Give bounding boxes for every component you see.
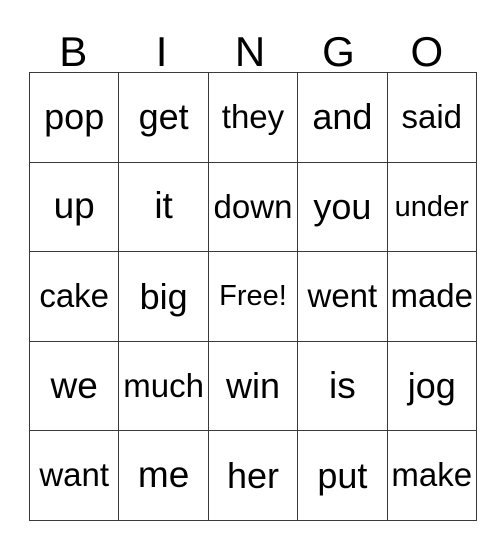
bingo-cell[interactable]: made bbox=[386, 251, 477, 342]
bingo-cell[interactable]: up bbox=[28, 161, 120, 253]
bingo-header-o: O bbox=[383, 18, 471, 76]
bingo-cell[interactable]: and bbox=[297, 72, 388, 163]
bingo-header-letter: I bbox=[155, 28, 168, 76]
bingo-cell[interactable]: went bbox=[297, 251, 388, 342]
bingo-header-letter: G bbox=[322, 28, 355, 76]
bingo-cell-word: me bbox=[137, 454, 190, 496]
bingo-cell[interactable]: is bbox=[297, 340, 388, 432]
bingo-row: we much win is jog bbox=[28, 340, 477, 432]
bingo-cell-word: her bbox=[226, 454, 279, 496]
bingo-cell-word: they bbox=[221, 97, 285, 135]
bingo-header-b: B bbox=[29, 18, 117, 76]
bingo-card: B I N G O pop get they and said up it do… bbox=[28, 18, 477, 521]
bingo-cell-word: win bbox=[225, 365, 280, 407]
bingo-cell[interactable]: want bbox=[28, 430, 120, 521]
bingo-cell-word: we bbox=[50, 364, 98, 406]
bingo-cell[interactable]: we bbox=[28, 340, 120, 432]
bingo-cell-word: you bbox=[313, 185, 372, 227]
bingo-row: cake big Free! went made bbox=[28, 251, 477, 342]
bingo-cell-word: under bbox=[394, 190, 469, 223]
bingo-cell-word: made bbox=[390, 277, 474, 315]
bingo-cell-word: down bbox=[213, 187, 293, 225]
bingo-cell-word: up bbox=[53, 185, 95, 227]
bingo-header-n: N bbox=[206, 18, 294, 76]
bingo-cell[interactable]: said bbox=[386, 72, 477, 163]
bingo-header-row: B I N G O bbox=[29, 18, 471, 76]
bingo-cell[interactable]: pop bbox=[28, 72, 120, 163]
bingo-cell-free[interactable]: Free! bbox=[207, 251, 299, 342]
bingo-cell-word: and bbox=[312, 96, 373, 138]
bingo-header-letter: O bbox=[410, 28, 444, 76]
bingo-cell-word: much bbox=[123, 366, 204, 404]
bingo-cell[interactable]: jog bbox=[386, 340, 477, 432]
bingo-cell[interactable]: win bbox=[207, 340, 299, 432]
bingo-row: pop get they and said bbox=[28, 72, 477, 163]
bingo-header-letter: N bbox=[234, 28, 266, 76]
bingo-free-space-word: Free! bbox=[219, 280, 287, 313]
bingo-cell-word: is bbox=[329, 364, 356, 406]
bingo-cell[interactable]: they bbox=[207, 72, 299, 163]
bingo-header-letter: B bbox=[59, 28, 88, 76]
bingo-cell[interactable]: put bbox=[297, 430, 388, 521]
bingo-cell[interactable]: her bbox=[207, 430, 299, 521]
bingo-row: want me her put make bbox=[28, 430, 477, 521]
bingo-cell-word: it bbox=[154, 185, 173, 227]
bingo-grid: pop get they and said up it down you und… bbox=[28, 72, 477, 521]
bingo-cell-word: want bbox=[39, 456, 110, 494]
bingo-cell-word: get bbox=[138, 96, 189, 138]
bingo-cell-word: said bbox=[401, 97, 463, 135]
bingo-cell[interactable]: get bbox=[118, 72, 209, 163]
bingo-cell[interactable]: under bbox=[386, 161, 477, 253]
bingo-cell-word: went bbox=[307, 277, 378, 315]
bingo-header-g: G bbox=[294, 18, 382, 76]
bingo-cell-word: big bbox=[139, 275, 188, 317]
bingo-cell[interactable]: much bbox=[118, 340, 209, 432]
bingo-cell-word: make bbox=[391, 456, 473, 494]
bingo-header-i: I bbox=[117, 18, 205, 76]
bingo-cell-word: put bbox=[317, 454, 368, 496]
bingo-cell[interactable]: me bbox=[118, 430, 209, 521]
bingo-cell[interactable]: you bbox=[297, 161, 388, 253]
bingo-cell-word: jog bbox=[407, 365, 456, 407]
bingo-cell-word: pop bbox=[44, 96, 105, 138]
bingo-row: up it down you under bbox=[28, 161, 477, 253]
bingo-cell[interactable]: cake bbox=[28, 251, 120, 342]
bingo-cell[interactable]: it bbox=[118, 161, 209, 253]
bingo-cell[interactable]: down bbox=[207, 161, 299, 253]
bingo-cell-word: cake bbox=[39, 277, 110, 315]
bingo-cell[interactable]: make bbox=[386, 430, 477, 521]
bingo-cell[interactable]: big bbox=[118, 251, 209, 342]
